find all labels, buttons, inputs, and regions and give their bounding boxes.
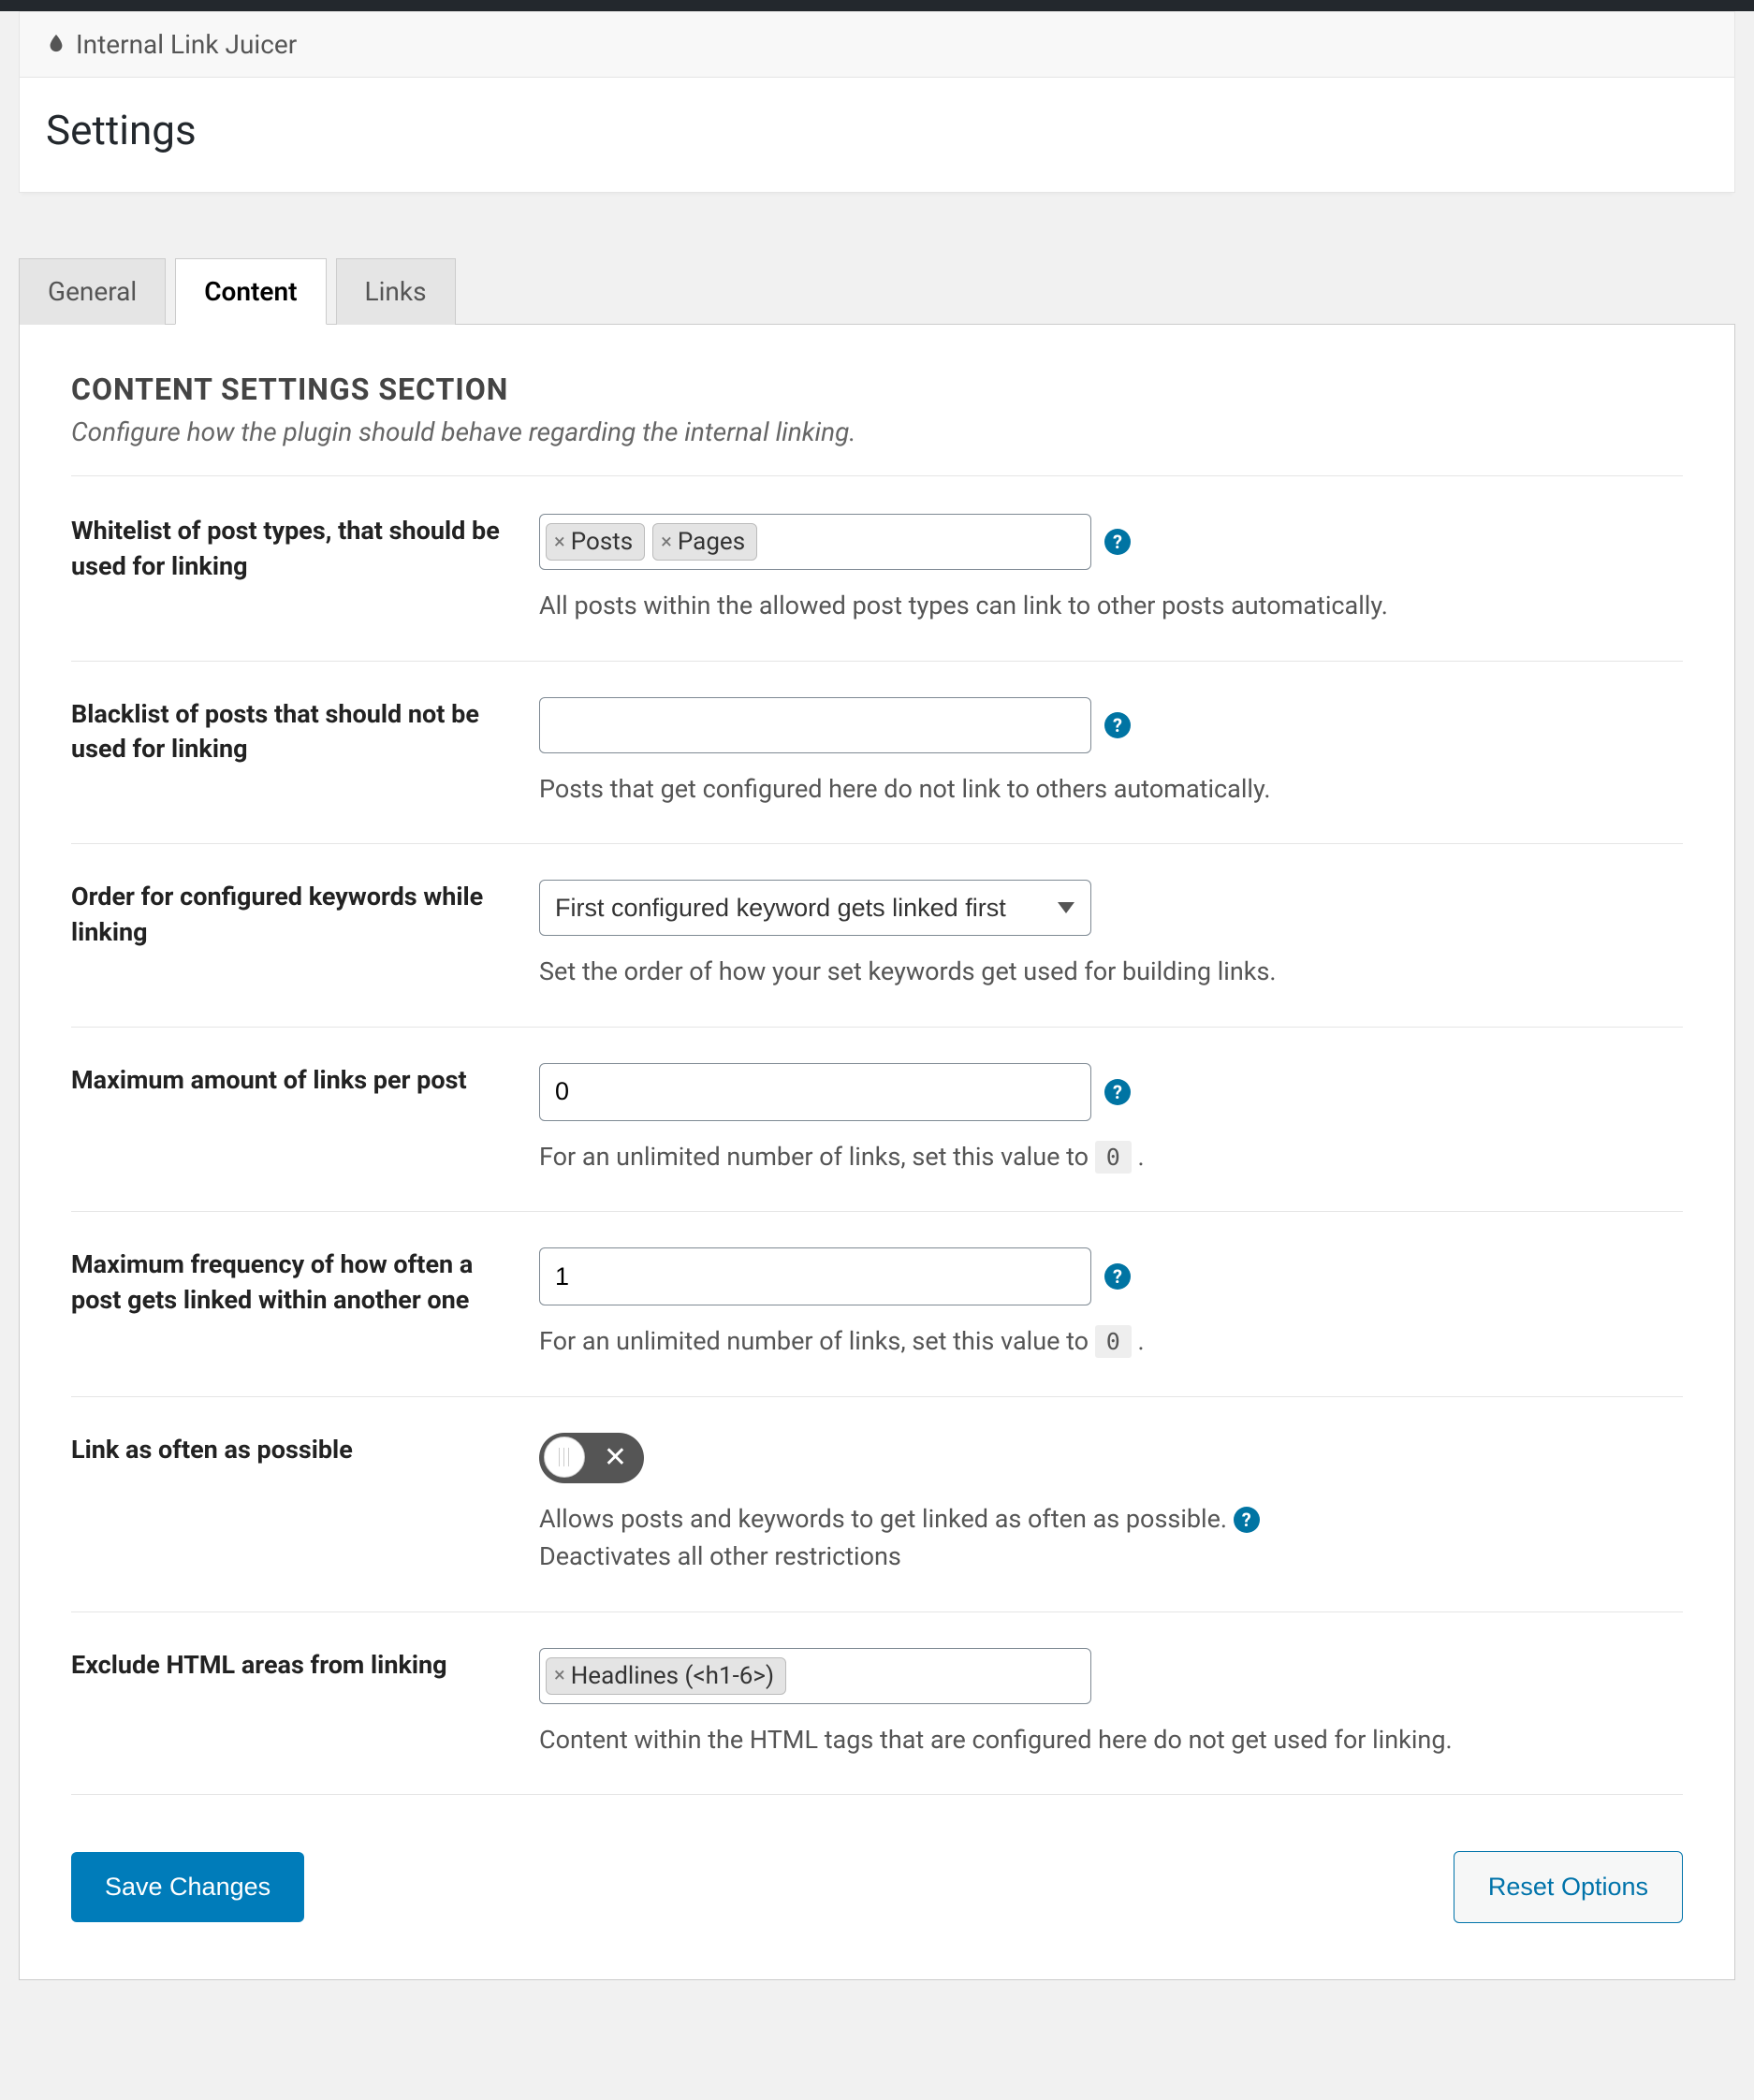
tab-general[interactable]: General <box>19 258 166 325</box>
settings-panel: CONTENT SETTINGS SECTION Configure how t… <box>19 324 1735 1980</box>
tag-posts: × Posts <box>546 523 645 561</box>
link-often-toggle[interactable]: ✕ <box>539 1433 644 1483</box>
label-blacklist: Blacklist of posts that should not be us… <box>71 697 502 768</box>
hint-link-often: Allows posts and keywords to get linked … <box>539 1500 1683 1576</box>
order-select[interactable]: First configured keyword gets linked fir… <box>539 880 1091 936</box>
whitelist-input[interactable]: × Posts × Pages <box>539 514 1091 570</box>
divider <box>71 1794 1683 1795</box>
label-whitelist: Whitelist of post types, that should be … <box>71 514 502 585</box>
tag-label: Headlines (<h1-6>) <box>571 1662 774 1690</box>
row-whitelist: Whitelist of post types, that should be … <box>71 514 1683 625</box>
plugin-name: Internal Link Juicer <box>76 29 297 60</box>
label-max-links: Maximum amount of links per post <box>71 1063 502 1099</box>
close-icon: ✕ <box>604 1444 627 1472</box>
hint-max-freq: For an unlimited number of links, set th… <box>539 1322 1683 1361</box>
hint-blacklist: Posts that get configured here do not li… <box>539 770 1683 809</box>
button-row: Save Changes Reset Options <box>71 1851 1683 1923</box>
row-exclude: Exclude HTML areas from linking × Headli… <box>71 1648 1683 1759</box>
row-blacklist: Blacklist of posts that should not be us… <box>71 697 1683 809</box>
label-max-freq: Maximum frequency of how often a post ge… <box>71 1247 502 1319</box>
tab-content[interactable]: Content <box>175 258 326 325</box>
close-icon[interactable]: × <box>554 531 565 554</box>
code-zero: 0 <box>1095 1325 1132 1358</box>
plugin-title-bar: Internal Link Juicer <box>19 11 1735 78</box>
divider <box>71 661 1683 662</box>
hint-exclude: Content within the HTML tags that are co… <box>539 1721 1683 1759</box>
page-title: Settings <box>19 78 1735 193</box>
tag-pages: × Pages <box>652 523 757 561</box>
divider <box>71 1211 1683 1212</box>
help-icon[interactable]: ? <box>1234 1507 1260 1533</box>
tag-label: Posts <box>571 528 633 556</box>
exclude-input[interactable]: × Headlines (<h1-6>) <box>539 1648 1091 1704</box>
toggle-knob <box>544 1436 585 1478</box>
max-links-input[interactable] <box>539 1063 1091 1121</box>
hint-whitelist: All posts within the allowed post types … <box>539 587 1683 625</box>
hint-order: Set the order of how your set keywords g… <box>539 953 1683 991</box>
section-desc: Configure how the plugin should behave r… <box>71 416 1683 447</box>
divider <box>71 475 1683 476</box>
droplet-icon <box>46 29 66 60</box>
divider <box>71 1027 1683 1028</box>
hint-max-links: For an unlimited number of links, set th… <box>539 1138 1683 1176</box>
row-order: Order for configured keywords while link… <box>71 880 1683 991</box>
tab-links[interactable]: Links <box>336 258 456 325</box>
close-icon[interactable]: × <box>661 531 672 554</box>
label-exclude: Exclude HTML areas from linking <box>71 1648 502 1684</box>
label-link-often: Link as often as possible <box>71 1433 502 1468</box>
save-button[interactable]: Save Changes <box>71 1852 304 1922</box>
divider <box>71 1611 1683 1612</box>
tag-headlines: × Headlines (<h1-6>) <box>546 1657 786 1695</box>
blacklist-input[interactable] <box>539 697 1091 753</box>
max-freq-input[interactable] <box>539 1247 1091 1305</box>
row-max-freq: Maximum frequency of how often a post ge… <box>71 1247 1683 1361</box>
row-link-often: Link as often as possible ✕ Allows posts… <box>71 1433 1683 1576</box>
row-max-links: Maximum amount of links per post ? For a… <box>71 1063 1683 1176</box>
help-icon[interactable]: ? <box>1104 1079 1131 1105</box>
divider <box>71 1396 1683 1397</box>
admin-topbar <box>0 0 1754 11</box>
tag-label: Pages <box>678 528 745 556</box>
divider <box>71 843 1683 844</box>
help-icon[interactable]: ? <box>1104 1263 1131 1290</box>
help-icon[interactable]: ? <box>1104 712 1131 738</box>
section-title: CONTENT SETTINGS SECTION <box>71 372 1683 407</box>
code-zero: 0 <box>1095 1141 1132 1174</box>
label-order: Order for configured keywords while link… <box>71 880 502 951</box>
settings-tabs: General Content Links <box>19 258 1735 325</box>
help-icon[interactable]: ? <box>1104 529 1131 555</box>
reset-button[interactable]: Reset Options <box>1454 1851 1683 1923</box>
close-icon[interactable]: × <box>554 1664 565 1687</box>
